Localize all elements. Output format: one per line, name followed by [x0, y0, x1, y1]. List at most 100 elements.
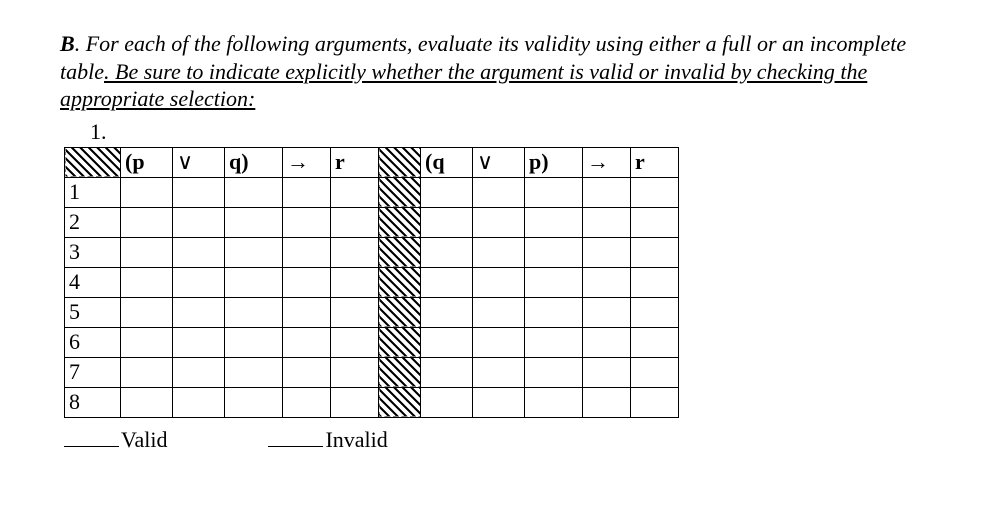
cell[interactable]: [473, 387, 525, 417]
cell[interactable]: [121, 207, 173, 237]
cell[interactable]: [421, 297, 473, 327]
cell[interactable]: [331, 207, 379, 237]
table-row: 8: [65, 387, 679, 417]
cell[interactable]: [283, 387, 331, 417]
header-right-1: ∨: [473, 147, 525, 177]
cell[interactable]: [525, 297, 583, 327]
cell[interactable]: [331, 327, 379, 357]
cell[interactable]: [225, 387, 283, 417]
cell[interactable]: [525, 207, 583, 237]
cell[interactable]: [631, 267, 679, 297]
cell[interactable]: [631, 327, 679, 357]
cell[interactable]: [225, 207, 283, 237]
cell[interactable]: [121, 357, 173, 387]
cell[interactable]: [583, 177, 631, 207]
cell[interactable]: [283, 237, 331, 267]
cell[interactable]: [631, 207, 679, 237]
invalid-blank[interactable]: [268, 422, 323, 447]
cell[interactable]: [631, 297, 679, 327]
row-index: 8: [65, 387, 121, 417]
cell[interactable]: [121, 387, 173, 417]
divider-hatched: [379, 177, 421, 207]
cell[interactable]: [525, 327, 583, 357]
valid-blank[interactable]: [64, 422, 119, 447]
cell[interactable]: [583, 267, 631, 297]
header-divider-hatched: [379, 147, 421, 177]
cell[interactable]: [525, 387, 583, 417]
cell[interactable]: [421, 357, 473, 387]
cell[interactable]: [225, 237, 283, 267]
header-left-0: (p: [121, 147, 173, 177]
cell[interactable]: [225, 177, 283, 207]
header-right-2: p): [525, 147, 583, 177]
cell[interactable]: [173, 327, 225, 357]
cell[interactable]: [583, 357, 631, 387]
cell[interactable]: [421, 207, 473, 237]
cell[interactable]: [473, 207, 525, 237]
truth-table: (p ∨ q) → r (q ∨ p) → r 12345678: [64, 147, 679, 418]
cell[interactable]: [631, 357, 679, 387]
cell[interactable]: [173, 297, 225, 327]
cell[interactable]: [473, 357, 525, 387]
cell[interactable]: [331, 237, 379, 267]
cell[interactable]: [525, 237, 583, 267]
cell[interactable]: [473, 267, 525, 297]
cell[interactable]: [331, 387, 379, 417]
cell[interactable]: [631, 387, 679, 417]
cell[interactable]: [331, 357, 379, 387]
cell[interactable]: [331, 177, 379, 207]
header-right-3: →: [583, 147, 631, 177]
cell[interactable]: [225, 357, 283, 387]
divider-hatched: [379, 357, 421, 387]
cell[interactable]: [331, 297, 379, 327]
divider-hatched: [379, 237, 421, 267]
cell[interactable]: [121, 327, 173, 357]
cell[interactable]: [631, 177, 679, 207]
cell[interactable]: [331, 267, 379, 297]
cell[interactable]: [421, 267, 473, 297]
cell[interactable]: [173, 207, 225, 237]
cell[interactable]: [173, 357, 225, 387]
cell[interactable]: [421, 327, 473, 357]
cell[interactable]: [283, 297, 331, 327]
cell[interactable]: [225, 297, 283, 327]
cell[interactable]: [283, 357, 331, 387]
cell[interactable]: [631, 237, 679, 267]
cell[interactable]: [173, 237, 225, 267]
cell[interactable]: [283, 177, 331, 207]
cell[interactable]: [421, 387, 473, 417]
cell[interactable]: [525, 357, 583, 387]
cell[interactable]: [283, 267, 331, 297]
cell[interactable]: [121, 177, 173, 207]
cell[interactable]: [525, 177, 583, 207]
cell[interactable]: [421, 237, 473, 267]
instructions-underlined: . Be sure to indicate explicitly whether…: [60, 59, 867, 112]
cell[interactable]: [473, 237, 525, 267]
cell[interactable]: [225, 267, 283, 297]
row-index: 2: [65, 207, 121, 237]
cell[interactable]: [121, 267, 173, 297]
cell[interactable]: [583, 387, 631, 417]
table-row: 6: [65, 327, 679, 357]
cell[interactable]: [225, 327, 283, 357]
cell[interactable]: [173, 267, 225, 297]
cell[interactable]: [283, 327, 331, 357]
cell[interactable]: [583, 237, 631, 267]
divider-hatched: [379, 207, 421, 237]
cell[interactable]: [121, 237, 173, 267]
cell[interactable]: [473, 297, 525, 327]
cell[interactable]: [473, 327, 525, 357]
cell[interactable]: [583, 207, 631, 237]
cell[interactable]: [121, 297, 173, 327]
cell[interactable]: [173, 387, 225, 417]
cell[interactable]: [583, 297, 631, 327]
cell[interactable]: [525, 267, 583, 297]
cell[interactable]: [583, 327, 631, 357]
header-left-3: →: [283, 147, 331, 177]
table-row: 1: [65, 177, 679, 207]
cell[interactable]: [421, 177, 473, 207]
invalid-label: Invalid: [325, 427, 387, 452]
cell[interactable]: [173, 177, 225, 207]
cell[interactable]: [473, 177, 525, 207]
cell[interactable]: [283, 207, 331, 237]
